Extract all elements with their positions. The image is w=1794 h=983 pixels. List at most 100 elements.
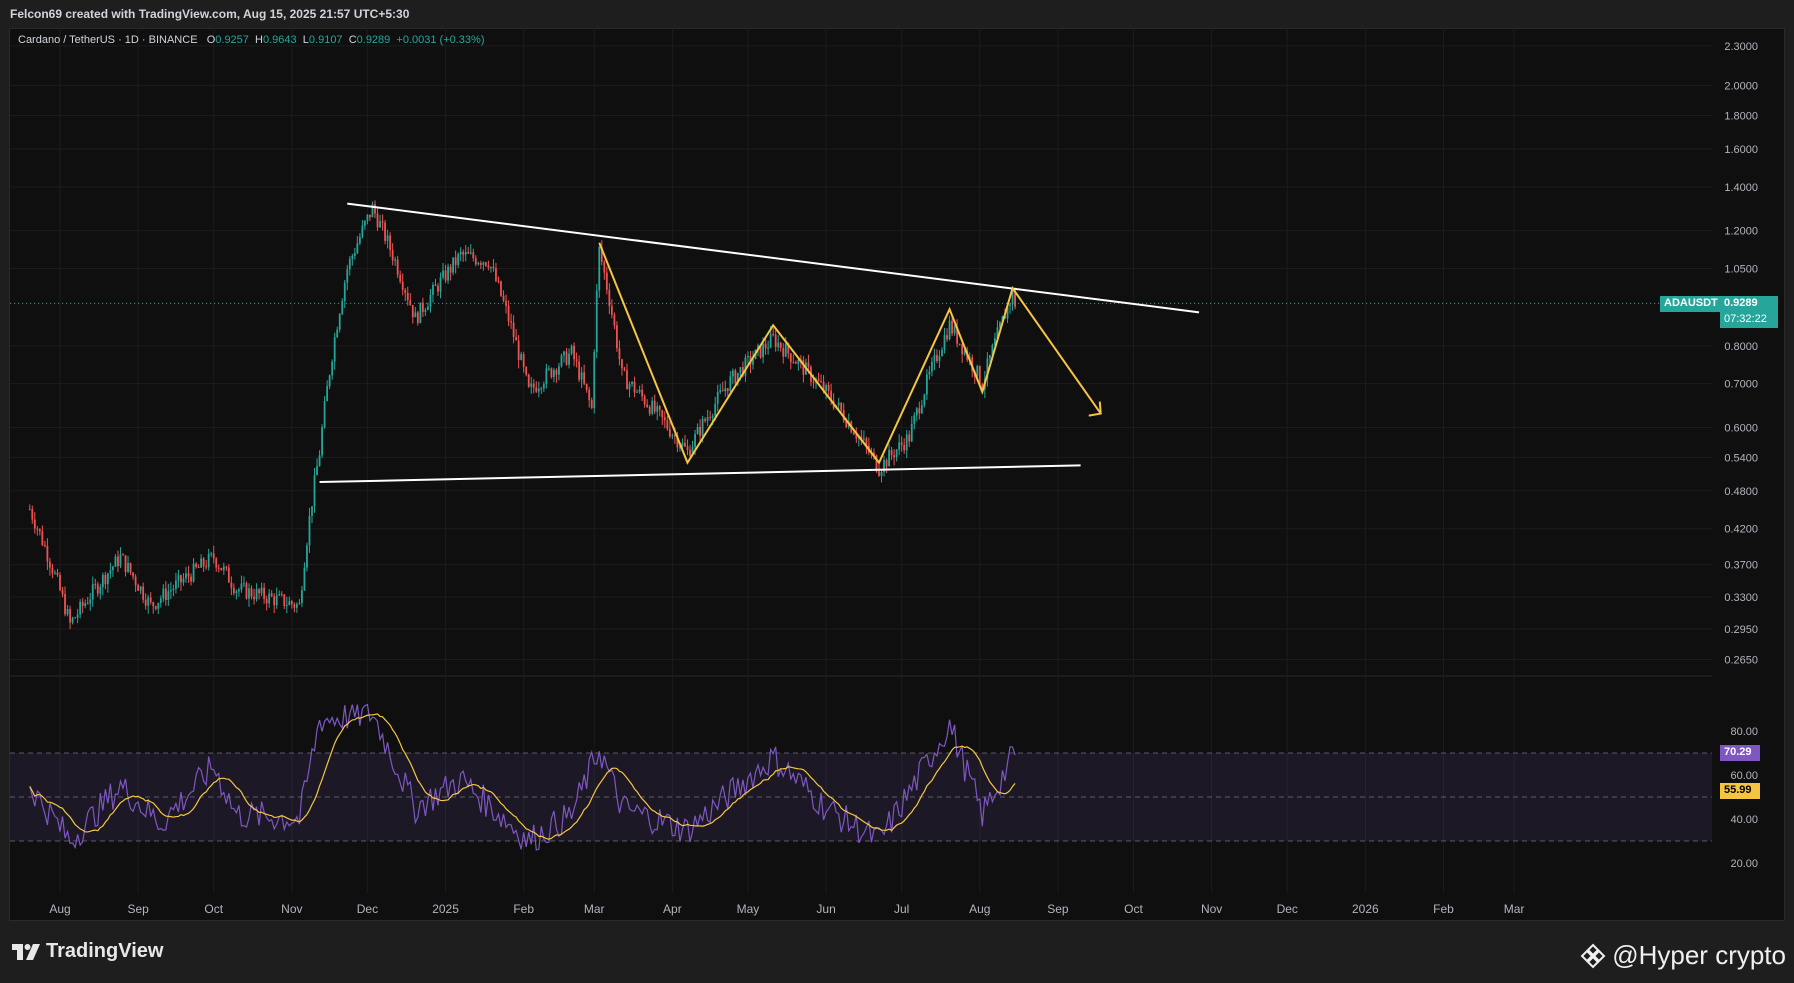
- candle-body: [550, 368, 553, 378]
- candle-body: [414, 312, 417, 318]
- candle-body: [452, 257, 455, 273]
- candle-body: [389, 235, 392, 250]
- x-tick-label: 2026: [1352, 902, 1379, 916]
- candle-body: [142, 586, 145, 600]
- candle-body: [641, 389, 644, 397]
- candle-body: [361, 225, 364, 237]
- candle-body: [616, 325, 618, 349]
- candle-body: [38, 528, 41, 532]
- candle-body: [734, 370, 737, 384]
- candle-body: [812, 381, 815, 383]
- candle-body: [263, 587, 266, 599]
- candle-body: [348, 258, 351, 270]
- candle-body: [578, 361, 581, 380]
- candle-body: [283, 594, 286, 607]
- candle-body: [638, 389, 641, 392]
- candle-body: [913, 415, 916, 424]
- watermark-text: @Hyper crypto: [1612, 940, 1786, 970]
- candle-body: [767, 347, 770, 349]
- candle-body: [177, 575, 180, 581]
- symbol-label: Cardano / TetherUS · 1D · BINANCE: [18, 34, 198, 46]
- price-tick-label: 2.0000: [1724, 81, 1758, 93]
- candle-body: [827, 385, 830, 391]
- candle-body: [137, 585, 140, 591]
- candle-body: [104, 574, 107, 585]
- close-value: 0.9289: [356, 34, 391, 46]
- candle-body: [598, 246, 601, 291]
- candle-body: [109, 570, 112, 574]
- candle-body: [71, 617, 74, 623]
- candle-body: [920, 405, 923, 414]
- candle-body: [580, 372, 583, 380]
- candle-body: [139, 586, 142, 591]
- candle-body: [399, 274, 402, 282]
- candle-body: [114, 556, 117, 567]
- candle-body: [154, 606, 157, 609]
- candle-body: [726, 388, 729, 392]
- chart-canvas[interactable]: Aug Sep Oct Nov Dec 2025 Feb Mar Apr May Jun Jul Aug…: [0, 0, 1794, 921]
- price-tick-label: 0.3700: [1724, 560, 1758, 572]
- candle-body: [285, 605, 288, 607]
- candle-body: [288, 601, 291, 606]
- candle-body: [532, 383, 535, 388]
- candle-body: [66, 609, 69, 615]
- candle-body: [646, 404, 649, 407]
- x-tick-label: Feb: [513, 902, 534, 916]
- footer: [0, 921, 1794, 983]
- candle-body: [376, 213, 379, 228]
- candle-body: [76, 614, 79, 618]
- candle-body: [497, 280, 500, 282]
- candle-body: [495, 268, 497, 281]
- candle-body: [573, 345, 575, 360]
- candle-body: [540, 388, 543, 390]
- candle-body: [686, 446, 689, 450]
- candle-body: [366, 214, 369, 221]
- candle-body: [351, 255, 354, 259]
- candle-body: [777, 342, 780, 348]
- candle-body: [54, 572, 56, 574]
- candle-body: [487, 265, 490, 268]
- candle-body: [946, 335, 948, 340]
- candle-body: [704, 419, 707, 421]
- candle-body: [308, 515, 311, 546]
- price-tick-label: 1.6000: [1724, 144, 1758, 156]
- candle-body: [200, 558, 203, 568]
- candle-body: [152, 602, 155, 607]
- candle-body: [648, 406, 651, 414]
- candle-body: [792, 362, 795, 364]
- price-tick-label: 0.4800: [1724, 486, 1758, 498]
- upper-trendline: [347, 202, 1200, 314]
- candle-body: [49, 561, 51, 568]
- candle-body: [933, 354, 936, 362]
- candle-body: [613, 314, 616, 326]
- x-tick-label: Oct: [1124, 902, 1143, 916]
- price-tick-label: 0.6000: [1724, 422, 1758, 434]
- candle-body: [515, 337, 518, 341]
- candle-body: [479, 263, 482, 265]
- tradingview-logo[interactable]: TradingView: [12, 940, 163, 963]
- candle-body: [217, 567, 220, 569]
- candle-body: [149, 597, 152, 603]
- x-tick-label: Feb: [1433, 902, 1454, 916]
- candle-body: [79, 601, 82, 615]
- candle-body: [696, 427, 699, 434]
- candle-body: [895, 449, 898, 458]
- candle-body: [603, 261, 606, 273]
- candle-body: [311, 506, 313, 516]
- candle-body: [336, 329, 339, 338]
- candle-body: [1009, 304, 1011, 306]
- candle-body: [406, 292, 409, 301]
- price-tick-label: 1.4000: [1724, 182, 1758, 194]
- candle-body: [43, 544, 46, 547]
- candle-body: [923, 394, 926, 406]
- candle-body: [207, 553, 210, 568]
- candle-body: [490, 267, 492, 269]
- candle-body: [961, 343, 964, 355]
- candle-body: [429, 294, 432, 307]
- x-tick-label: 2025: [432, 902, 459, 916]
- candle-body: [938, 356, 941, 362]
- candle-body: [535, 387, 538, 392]
- lower-trendline: [319, 464, 1081, 484]
- candle-body: [928, 371, 931, 375]
- candle-body: [958, 343, 961, 345]
